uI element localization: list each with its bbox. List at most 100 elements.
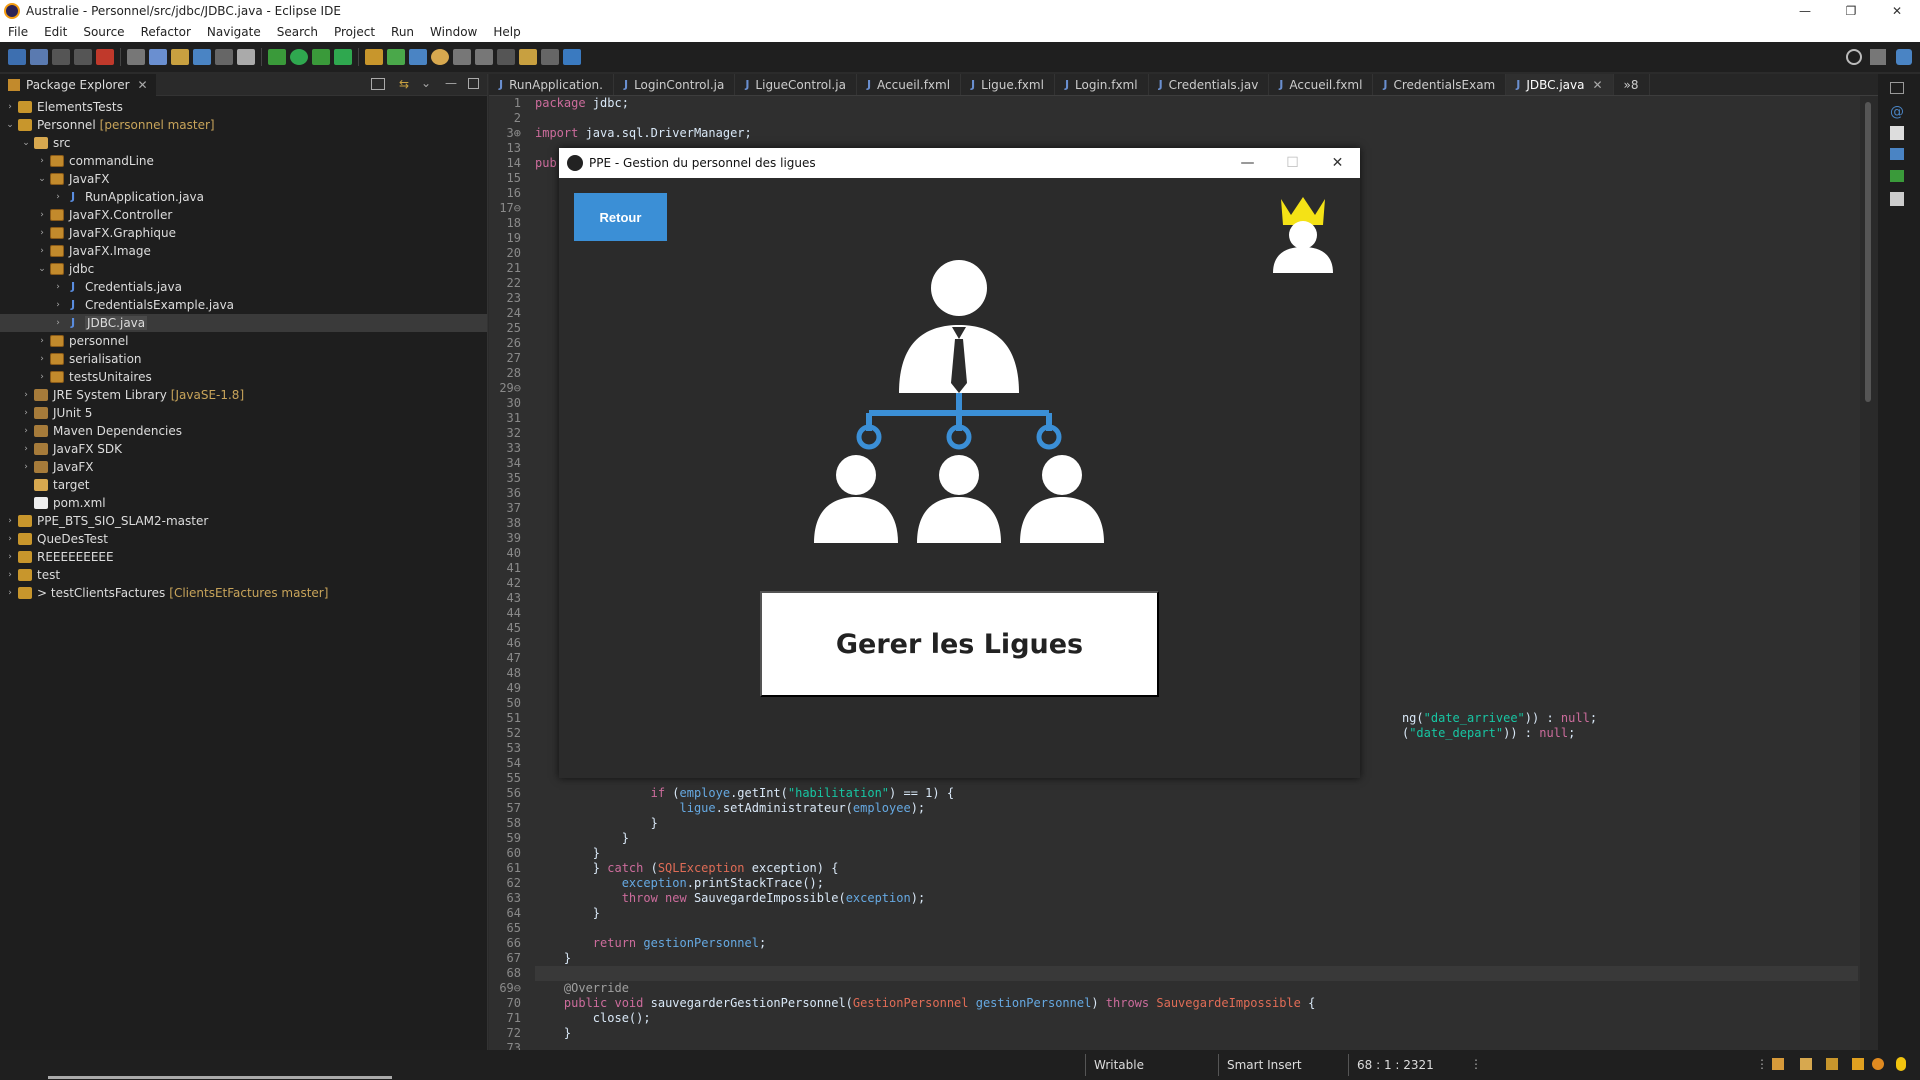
expand-arrow-icon[interactable]: › <box>4 102 16 112</box>
tree-item[interactable]: › test <box>0 566 487 584</box>
code-line[interactable]: 57 ligue.setAdministrateur(employee); <box>507 801 1858 816</box>
code-line[interactable]: 68 <box>507 966 1858 981</box>
menu-help[interactable]: Help <box>485 25 528 39</box>
code-line[interactable]: 1 package jdbc; <box>514 96 1858 111</box>
editor-tab[interactable]: J Accueil.fxml <box>857 74 962 95</box>
tree-item[interactable]: › commandLine <box>0 152 487 170</box>
code-line[interactable]: 2 <box>514 111 1858 126</box>
expand-arrow-icon[interactable]: › <box>4 534 16 544</box>
expand-arrow-icon[interactable]: › <box>36 210 48 220</box>
tree-item[interactable]: › ElementsTests <box>0 98 487 116</box>
expand-arrow-icon[interactable]: › <box>52 282 64 292</box>
tree-item[interactable]: › PPE_BTS_SIO_SLAM2-master <box>0 512 487 530</box>
gerer-ligues-button[interactable]: Gerer les Ligues <box>760 591 1159 697</box>
editor-tab[interactable]: J JDBC.java ✕ <box>1506 74 1614 95</box>
run-icon[interactable] <box>290 49 308 65</box>
editor-tab[interactable]: J LigueControl.ja <box>735 74 857 95</box>
menu-search[interactable]: Search <box>269 25 326 39</box>
tree-item[interactable]: › JavaFX.Controller <box>0 206 487 224</box>
dialog-minimize-icon[interactable]: — <box>1225 148 1270 178</box>
code-line[interactable]: 63 throw new SauvegardeImpossible(except… <box>507 891 1858 906</box>
tree-item[interactable]: pom.xml <box>0 494 487 512</box>
expand-arrow-icon[interactable]: › <box>20 444 32 454</box>
search-icon[interactable] <box>1846 49 1862 65</box>
editor-tab[interactable]: J LoginControl.ja <box>614 74 736 95</box>
tree-item[interactable]: › QueDesTest <box>0 530 487 548</box>
tree-item[interactable]: › Maven Dependencies <box>0 422 487 440</box>
link-with-editor-icon[interactable]: ⇆ <box>399 77 409 91</box>
code-line[interactable]: 62 exception.printStackTrace(); <box>507 876 1858 891</box>
terminate-icon[interactable] <box>96 49 114 65</box>
expand-arrow-icon[interactable]: › <box>20 462 32 472</box>
tree-item[interactable]: › serialisation <box>0 350 487 368</box>
menu-navigate[interactable]: Navigate <box>199 25 269 39</box>
save-all-icon[interactable] <box>74 49 92 65</box>
expand-arrow-icon[interactable]: › <box>4 570 16 580</box>
menu-project[interactable]: Project <box>326 25 383 39</box>
editor-tab[interactable]: J RunApplication. <box>489 74 614 95</box>
tree-item[interactable]: › JavaFX.Graphique <box>0 224 487 242</box>
expand-arrow-icon[interactable]: › <box>36 354 48 364</box>
code-line[interactable]: 64 } <box>507 906 1858 921</box>
declaration-icon[interactable] <box>1890 126 1904 140</box>
debug-step-icon[interactable] <box>149 49 167 65</box>
javadoc-icon[interactable]: @ <box>1890 104 1904 120</box>
code-line[interactable]: 69⊖ @Override <box>499 981 1858 996</box>
book-icon[interactable] <box>1800 1058 1812 1070</box>
trim-menu-icon[interactable]: ⋮ <box>1756 1057 1768 1071</box>
tree-item[interactable]: › JRE System Library [JavaSE-1.8] <box>0 386 487 404</box>
word-wrap-icon[interactable] <box>193 49 211 65</box>
tree-item[interactable]: ⌄ Personnel [personnel master] <box>0 116 487 134</box>
editor-tab[interactable]: J Login.fxml <box>1055 74 1149 95</box>
expand-arrow-icon[interactable]: › <box>4 588 16 598</box>
menu-window[interactable]: Window <box>422 25 485 39</box>
tree-item[interactable]: › J RunApplication.java <box>0 188 487 206</box>
skip-breakpoints-icon[interactable] <box>127 49 145 65</box>
dialog-close-icon[interactable]: ✕ <box>1315 148 1360 178</box>
editor-tab[interactable]: J Credentials.jav <box>1149 74 1270 95</box>
status-cursor-position[interactable]: 68 : 1 : 2321 <box>1348 1054 1468 1076</box>
expand-arrow-icon[interactable]: ⌄ <box>20 138 32 148</box>
tree-item[interactable]: ⌄ JavaFX <box>0 170 487 188</box>
expand-arrow-icon[interactable]: › <box>20 426 32 436</box>
next-annotation-icon[interactable] <box>475 49 493 65</box>
close-tab-icon[interactable]: ✕ <box>1592 78 1602 92</box>
new-java-project-icon[interactable] <box>365 49 383 65</box>
expand-arrow-icon[interactable]: › <box>52 300 64 310</box>
tree-item[interactable]: › testsUnitaires <box>0 368 487 386</box>
expand-arrow-icon[interactable]: › <box>36 156 48 166</box>
tree-item[interactable]: target <box>0 476 487 494</box>
tree-item[interactable]: ⌄ jdbc <box>0 260 487 278</box>
perspective-icon[interactable] <box>1870 49 1886 65</box>
dialog-maximize-icon[interactable]: ☐ <box>1270 148 1315 178</box>
minimize-icon[interactable]: — <box>1782 0 1828 22</box>
tabs-overflow[interactable]: »8 <box>1614 74 1650 95</box>
editor-scrollbar[interactable] <box>1860 96 1878 1050</box>
external-tools-icon[interactable] <box>334 49 352 65</box>
code-line[interactable]: 71 close(); <box>507 1011 1858 1026</box>
code-line[interactable]: 61 } catch (SQLException exception) { <box>507 861 1858 876</box>
back-icon[interactable] <box>519 49 537 65</box>
expand-arrow-icon[interactable]: › <box>52 192 64 202</box>
java-perspective-icon[interactable] <box>1896 49 1912 65</box>
code-line[interactable]: 58 } <box>507 816 1858 831</box>
expand-arrow-icon[interactable]: › <box>36 228 48 238</box>
problems-icon[interactable] <box>1890 170 1904 182</box>
close-icon[interactable]: ✕ <box>1874 0 1920 22</box>
new-class-icon[interactable] <box>387 49 405 65</box>
tree-item[interactable]: › JUnit 5 <box>0 404 487 422</box>
tree-item[interactable]: › REEEEEEEEE <box>0 548 487 566</box>
expand-arrow-icon[interactable]: ⌄ <box>4 120 16 130</box>
forward-icon[interactable] <box>541 49 559 65</box>
maximize-view-icon[interactable] <box>468 78 479 89</box>
last-edit-icon[interactable] <box>497 49 515 65</box>
pencil-icon[interactable] <box>1852 1058 1864 1070</box>
expand-arrow-icon[interactable]: › <box>4 552 16 562</box>
expand-arrow-icon[interactable]: › <box>36 336 48 346</box>
code-line[interactable]: 65 <box>507 921 1858 936</box>
smiley-icon[interactable] <box>1872 1058 1884 1070</box>
highlight-icon[interactable] <box>171 49 189 65</box>
menu-run[interactable]: Run <box>383 25 422 39</box>
menu-source[interactable]: Source <box>75 25 132 39</box>
restore-view-icon[interactable] <box>1890 82 1904 94</box>
